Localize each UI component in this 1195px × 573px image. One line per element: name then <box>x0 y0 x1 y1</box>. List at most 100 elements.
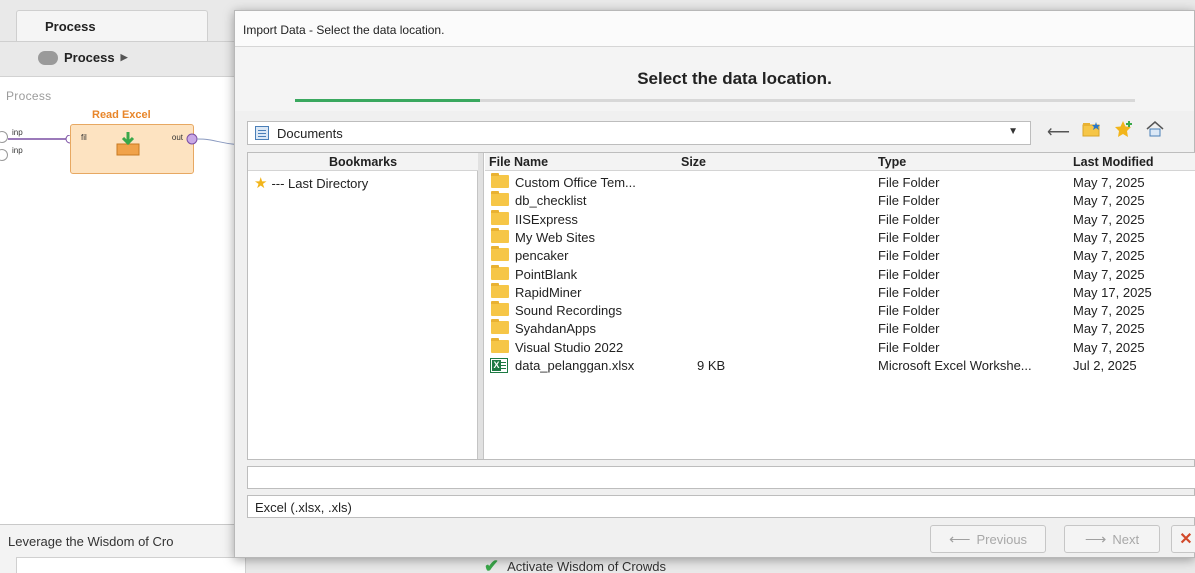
add-bookmark-icon[interactable] <box>1114 120 1134 146</box>
file-row[interactable]: IISExpress File Folder May 7, 2025 <box>485 209 1195 229</box>
bookmarks-header: Bookmarks <box>248 153 478 171</box>
file-list-header: File Name Size Type Last Modified <box>485 153 1195 171</box>
back-arrow-icon[interactable]: ⟵ <box>1047 121 1070 145</box>
previous-label: Previous <box>976 531 1028 547</box>
previous-button[interactable]: ⟵ Previous <box>930 525 1046 553</box>
file-type-cell: File Folder <box>878 266 940 282</box>
column-size[interactable]: Size <box>681 155 706 169</box>
file-type-cell: File Folder <box>878 339 940 355</box>
file-name-cell: My Web Sites <box>515 229 595 245</box>
pane-splitter[interactable] <box>478 153 484 459</box>
tab-strip-divider <box>0 41 240 42</box>
operator-title: Read Excel <box>92 109 151 121</box>
folder-icon <box>491 319 509 335</box>
file-name-cell: RapidMiner <box>515 284 582 300</box>
arrow-left-icon: ⟵ <box>948 531 971 548</box>
column-last-modified[interactable]: Last Modified <box>1073 155 1154 169</box>
documents-icon <box>255 126 269 140</box>
file-row[interactable]: Custom Office Tem... File Folder May 7, 20… <box>485 173 1195 192</box>
file-name-cell: Sound Recordings <box>515 303 622 319</box>
file-type-cell: File Folder <box>878 229 940 245</box>
file-type-filter[interactable]: Excel (.xlsx, .xls) <box>247 495 1195 518</box>
file-row[interactable]: Visual Studio 2022 File Folder May 7, 2025 <box>485 337 1195 357</box>
folder-icon <box>491 246 509 262</box>
file-row[interactable]: pencaker File Folder May 7, 2025 <box>485 246 1195 265</box>
home-icon[interactable] <box>1146 121 1164 145</box>
excel-file-icon <box>490 358 508 373</box>
operator-port-out: out <box>171 133 183 142</box>
chevron-right-icon: ▶ <box>120 52 128 62</box>
file-modified-cell: Jul 2, 2025 <box>1073 358 1137 373</box>
wizard-progress-fill <box>295 99 480 102</box>
location-row: Documents ▼ ⟵ <box>247 121 1187 147</box>
location-dropdown[interactable]: Documents ▼ <box>247 121 1031 145</box>
file-row[interactable]: SyahdanApps File Folder May 7, 2025 <box>485 319 1195 338</box>
file-row[interactable]: Sound Recordings File Folder May 7, 2025 <box>485 301 1195 320</box>
arrow-right-icon: ⟶ <box>1084 531 1107 548</box>
process-canvas[interactable]: Process inp inp Read Excel fil out <box>0 76 241 524</box>
cancel-button[interactable]: ✕ <box>1171 525 1195 553</box>
bookmark-label: --- Last Directory <box>271 175 369 191</box>
breadcrumb-label: Process <box>64 50 115 65</box>
breadcrumb[interactable]: Process ▶ <box>38 50 128 65</box>
process-icon <box>38 50 58 65</box>
location-value: Documents <box>277 125 343 141</box>
canvas-label: Process <box>6 89 52 103</box>
file-modified-cell: May 7, 2025 <box>1073 211 1145 227</box>
folder-icon <box>491 227 509 243</box>
new-folder-icon[interactable] <box>1082 121 1102 145</box>
file-modified-cell: May 7, 2025 <box>1073 321 1145 337</box>
file-modified-cell: May 17, 2025 <box>1073 284 1152 300</box>
file-type-cell: File Folder <box>878 284 940 300</box>
input-port-2[interactable] <box>0 149 8 161</box>
next-label: Next <box>1112 531 1140 547</box>
column-file-name[interactable]: File Name <box>489 155 548 169</box>
file-type-cell: File Folder <box>878 303 940 319</box>
folder-icon <box>491 264 509 280</box>
file-modified-cell: May 7, 2025 <box>1073 303 1145 319</box>
folder-icon <box>491 209 509 225</box>
bookmarks-pane: Bookmarks ★ --- Last Directory <box>248 153 478 459</box>
file-name-cell: SyahdanApps <box>515 321 596 337</box>
file-modified-cell: May 7, 2025 <box>1073 248 1145 264</box>
file-modified-cell: May 7, 2025 <box>1073 175 1145 190</box>
file-modified-cell: May 7, 2025 <box>1073 229 1145 245</box>
folder-icon <box>491 173 509 188</box>
next-button[interactable]: ⟶ Next <box>1064 525 1160 553</box>
wisdom-panel: Leverage the Wisdom of Cro <box>0 524 246 573</box>
navigation-toolbar: ⟵ <box>1047 121 1164 145</box>
file-row[interactable]: My Web Sites File Folder May 7, 2025 <box>485 227 1195 247</box>
chevron-down-icon: ▼ <box>1008 126 1018 137</box>
file-name-cell: IISExpress <box>515 211 578 227</box>
activate-wisdom-link[interactable]: ✔ Activate Wisdom of Crowds <box>484 556 666 573</box>
file-type-cell: File Folder <box>878 211 940 227</box>
process-tab[interactable]: Process <box>16 10 208 42</box>
file-name-cell: PointBlank <box>515 266 578 282</box>
file-type-cell: File Folder <box>878 175 940 190</box>
file-row[interactable]: data_pelanggan.xlsx 9 KB Microsoft Excel W… <box>485 357 1195 375</box>
file-type-cell: File Folder <box>878 321 940 337</box>
read-excel-operator[interactable]: fil out <box>70 124 194 174</box>
checkmark-icon: ✔ <box>484 556 500 573</box>
folder-icon <box>491 337 509 353</box>
folder-icon <box>491 191 509 207</box>
file-type-cell: File Folder <box>878 193 940 209</box>
wisdom-text: Leverage the Wisdom of Cro <box>8 534 174 549</box>
file-row[interactable]: db_checklist File Folder May 7, 2025 <box>485 191 1195 210</box>
close-icon: ✕ <box>1179 531 1193 548</box>
file-name-cell: Visual Studio 2022 <box>515 339 624 355</box>
bookmark-last-directory[interactable]: ★ --- Last Directory <box>254 174 368 192</box>
folder-icon <box>491 301 509 317</box>
step-title: Select the data location. <box>637 69 832 88</box>
file-row[interactable]: RapidMiner File Folder May 17, 2025 <box>485 282 1195 302</box>
input-port-1[interactable] <box>0 131 8 143</box>
folder-icon <box>491 282 509 298</box>
wizard-progress <box>295 99 1135 102</box>
file-modified-cell: May 7, 2025 <box>1073 339 1145 355</box>
column-type[interactable]: Type <box>878 155 906 169</box>
file-type-cell: Microsoft Excel Workshe... <box>878 358 1032 373</box>
wizard-banner: Select the data location. <box>235 47 1194 111</box>
file-name-input[interactable] <box>247 466 1195 489</box>
file-row[interactable]: PointBlank File Folder May 7, 2025 <box>485 264 1195 284</box>
file-name-cell: pencaker <box>515 248 569 264</box>
